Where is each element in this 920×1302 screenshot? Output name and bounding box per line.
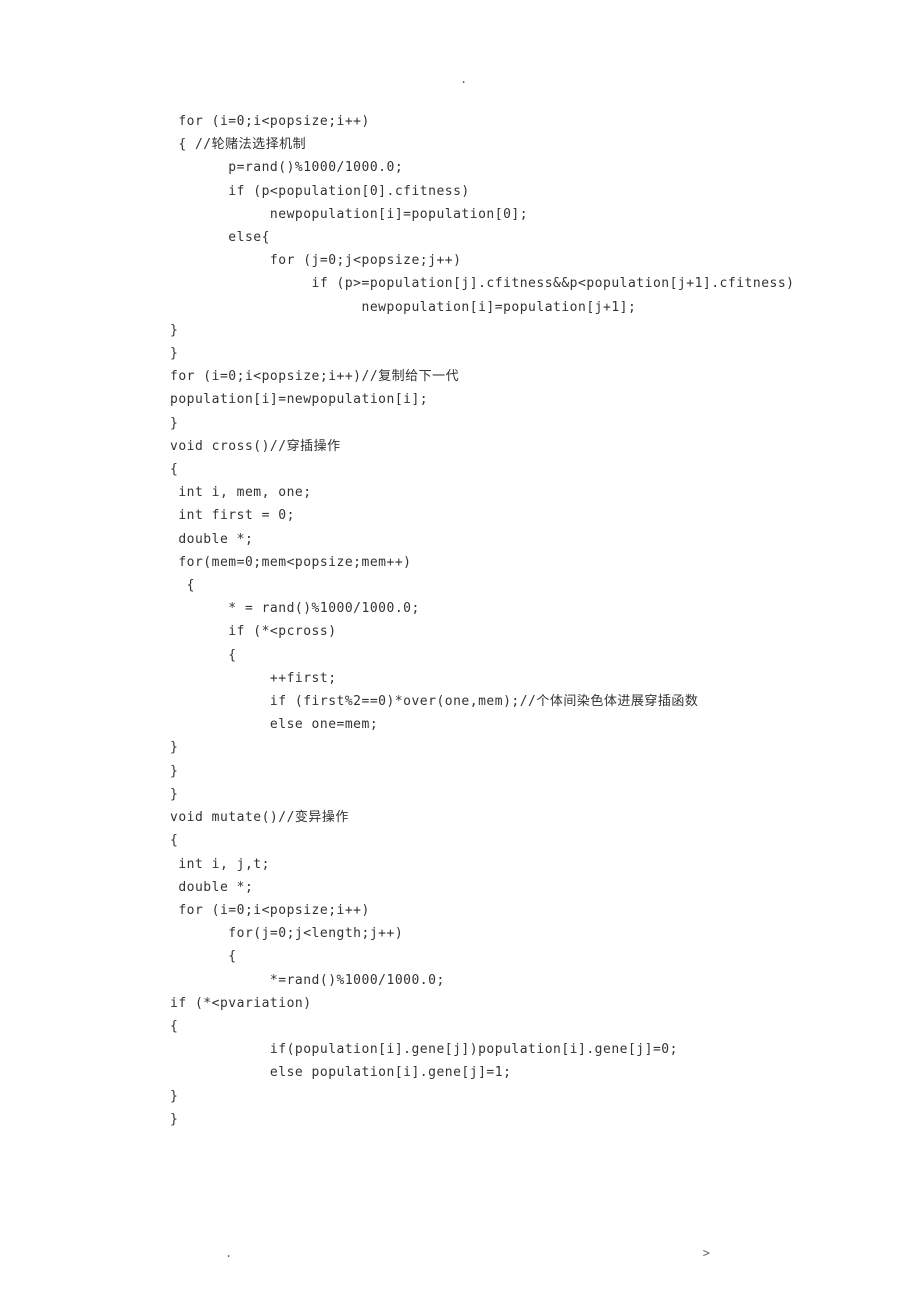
code-line: } bbox=[170, 783, 750, 806]
footer-greater-than: > bbox=[703, 1246, 710, 1260]
code-line: if (p>=population[j].cfitness&&p<populat… bbox=[170, 272, 750, 295]
code-line: for(mem=0;mem<popsize;mem++) bbox=[170, 551, 750, 574]
code-line: } bbox=[170, 319, 750, 342]
code-line: void mutate()//变异操作 bbox=[170, 806, 750, 829]
code-line: newpopulation[i]=population[0]; bbox=[170, 203, 750, 226]
code-line: { bbox=[170, 945, 750, 968]
code-line: { bbox=[170, 458, 750, 481]
code-line: if (p<population[0].cfitness) bbox=[170, 180, 750, 203]
code-line: if (*<pcross) bbox=[170, 620, 750, 643]
code-line: int i, mem, one; bbox=[170, 481, 750, 504]
code-line: *=rand()%1000/1000.0; bbox=[170, 969, 750, 992]
code-line: if (first%2==0)*over(one,mem);//个体间染色体进展… bbox=[170, 690, 750, 713]
code-line: void cross()//穿插操作 bbox=[170, 435, 750, 458]
code-line: double *; bbox=[170, 876, 750, 899]
code-line: else one=mem; bbox=[170, 713, 750, 736]
code-line: { //轮赌法选择机制 bbox=[170, 133, 750, 156]
code-line: if (*<pvariation) bbox=[170, 992, 750, 1015]
code-line: int first = 0; bbox=[170, 504, 750, 527]
code-line: for (i=0;i<popsize;i++) bbox=[170, 110, 750, 133]
code-line: for(j=0;j<length;j++) bbox=[170, 922, 750, 945]
code-line: } bbox=[170, 412, 750, 435]
footer-dot: . bbox=[225, 1246, 232, 1260]
code-line: for (j=0;j<popsize;j++) bbox=[170, 249, 750, 272]
code-line: newpopulation[i]=population[j+1]; bbox=[170, 296, 750, 319]
code-line: else{ bbox=[170, 226, 750, 249]
code-line: ++first; bbox=[170, 667, 750, 690]
code-line: int i, j,t; bbox=[170, 853, 750, 876]
code-line: { bbox=[170, 829, 750, 852]
code-container: for (i=0;i<popsize;i++) { //轮赌法选择机制 p=ra… bbox=[0, 0, 920, 1191]
code-line: population[i]=newpopulation[i]; bbox=[170, 388, 750, 411]
code-line: for (i=0;i<popsize;i++)//复制给下一代 bbox=[170, 365, 750, 388]
code-line: } bbox=[170, 760, 750, 783]
code-line: { bbox=[170, 1015, 750, 1038]
code-line: { bbox=[170, 644, 750, 667]
code-block: for (i=0;i<popsize;i++) { //轮赌法选择机制 p=ra… bbox=[170, 110, 750, 1131]
code-line: * = rand()%1000/1000.0; bbox=[170, 597, 750, 620]
code-line: for (i=0;i<popsize;i++) bbox=[170, 899, 750, 922]
code-line: } bbox=[170, 1085, 750, 1108]
code-line: double *; bbox=[170, 528, 750, 551]
code-line: } bbox=[170, 736, 750, 759]
code-line: p=rand()%1000/1000.0; bbox=[170, 156, 750, 179]
code-line: else population[i].gene[j]=1; bbox=[170, 1061, 750, 1084]
code-line: } bbox=[170, 1108, 750, 1131]
header-marker: . bbox=[460, 72, 467, 86]
code-line: } bbox=[170, 342, 750, 365]
code-line: if(population[i].gene[j])population[i].g… bbox=[170, 1038, 750, 1061]
code-line: { bbox=[170, 574, 750, 597]
